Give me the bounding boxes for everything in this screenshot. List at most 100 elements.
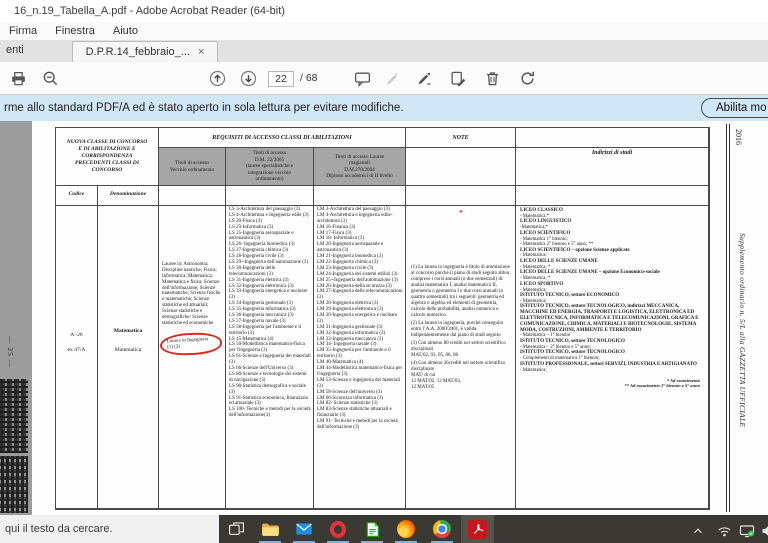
degree-line: LM 44-Modellistica matematico-fisica per… <box>317 366 403 378</box>
menu-item[interactable]: Aiuto <box>104 25 147 37</box>
notice-text: rme allo standard PDF/A ed è stato apert… <box>4 102 404 114</box>
header-indirizzi: Indirizzi di studi <box>516 148 709 186</box>
degree-line: LS 61-Scienze e Ingegneria dei materiali… <box>229 354 311 366</box>
refresh-icon[interactable] <box>519 70 536 87</box>
degree-line: LM 35-Ingegneria per l'ambiente e il ter… <box>317 348 403 360</box>
barcode-block <box>0 456 28 513</box>
school-name: ISTITUTO TECNICO, settore TECNOLOGICO, i… <box>520 304 704 333</box>
cell-lauree-specialistiche: LS 3-Architettura del paesaggio (3)LS 4-… <box>226 206 314 509</box>
note-list: (1) La laurea in ingegneria è titolo di … <box>411 265 511 391</box>
red-asterisk-annotation: * <box>411 208 511 217</box>
indirizzi-entry: LICEO SPORTIVO - Matematica; <box>520 282 704 293</box>
tab-partial-left[interactable]: enti <box>6 44 24 56</box>
concorso-table: NUOVA CLASSE DI CONCORSO E DI ABILITAZIO… <box>55 127 710 510</box>
school-name: ISTITUTO PROFESSIONALE, settori SERVIZI,… <box>520 362 704 368</box>
header-titoli-lm: Titoli di accesso Lauree magistrali D.M.… <box>314 148 406 186</box>
page-number-input[interactable] <box>268 71 294 87</box>
school-subjects: - Matematica 1° biennio;- Matematica 2° … <box>520 237 704 248</box>
indirizzi-entry: ISTITUTO TECNICO, settore TECNOLOGICO, i… <box>520 304 704 339</box>
header-nuova-classe: NUOVA CLASSE DI CONCORSO E DI ABILITAZIO… <box>56 128 159 186</box>
tab-close-icon[interactable]: × <box>198 46 204 58</box>
menu-item[interactable]: Finestra <box>46 25 104 37</box>
display-status-icon[interactable] <box>737 521 757 541</box>
cell-note: * (1) La laurea in ingegneria è titolo d… <box>406 206 516 509</box>
tab-label: D.P.R.14_febbraio_... <box>86 46 190 58</box>
enable-editing-button[interactable]: Abilita mo <box>701 98 768 118</box>
indirizzi-entry: ISTITUTO TECNICO, settore ECONOMICO - Ma… <box>520 293 704 304</box>
firefox-icon[interactable] <box>396 519 416 539</box>
degree-line: LM 20-Ingegneria aerospaziale e astronau… <box>317 242 403 254</box>
header-titoli-dm22: Titoli di accesso D.M. 22/2005 (lauree s… <box>226 148 314 186</box>
highlighter-icon[interactable] <box>384 70 401 87</box>
network-icon[interactable] <box>714 521 734 541</box>
vecchio-text: Lauree in: Astronomia; Discipline nautic… <box>162 262 220 326</box>
acrobat-window: 16_n.19_Tabella_A.pdf - Adobe Acrobat Re… <box>0 0 768 543</box>
volume-icon[interactable] <box>758 521 768 541</box>
degree-line: LM 53-Scienze e ingegneria dei materiali… <box>317 378 403 390</box>
degree-line: LM 4-Architettura e ingegneria edile-arc… <box>317 213 403 225</box>
delete-icon[interactable] <box>484 70 501 87</box>
cell-codice: A–26 ex 47/A <box>56 206 98 509</box>
degree-line: LS 80-Scienze e tecnologie dei sistemi d… <box>229 372 311 384</box>
toolbar: / 68 <box>0 62 768 95</box>
chrome-icon[interactable] <box>432 519 452 539</box>
red-circle-annotation: Laurea in Ingegneria (1) (2) <box>159 331 222 356</box>
sign-document-icon[interactable] <box>450 70 467 87</box>
menu-item[interactable]: Firma <box>0 25 46 37</box>
degree-line: LM 27-Ingegneria delle telecomunicazioni… <box>317 289 403 301</box>
menu-bar: FirmaFinestraAiuto <box>0 22 768 40</box>
note-spacer <box>406 148 516 186</box>
degree-line: LS 38-Ingegneria per l'ambiente e il ter… <box>229 325 311 337</box>
comment-icon[interactable] <box>354 70 371 87</box>
gazzetta-side-text: Supplemento ordinario n. 5/L alla GAZZET… <box>738 233 747 427</box>
cell-lauree-magistrali: LM 3-Architettura del paesaggio (3)LM 4-… <box>314 206 406 509</box>
degree-line: LS 30-Ingegneria delle telecomunicazioni… <box>229 266 311 278</box>
header-denominazione: Denominazione <box>98 186 159 206</box>
note-paragraph: (1) La laurea in ingegneria è titolo di … <box>411 265 511 319</box>
opera-icon[interactable] <box>328 519 348 539</box>
note-paragraph: (4) Con almeno 36crediti nel settore sci… <box>411 361 511 391</box>
degree-line: LS 91-Statistica economica, finanziaria … <box>229 396 311 408</box>
footnote-line: ** Ad esaurimento 2° biennio e 5° anno <box>520 383 700 388</box>
zoom-out-icon[interactable] <box>42 70 59 87</box>
gazzetta-year: 2016 <box>734 129 743 145</box>
cell-titoli-vecchio: Lauree in: Astronomia; Discipline nautic… <box>159 206 226 509</box>
indirizzi-entry: LICEO CLASSICO - Matematica;* <box>520 208 704 219</box>
school-subjects: - Matematica; <box>520 368 704 374</box>
indirizzi-entry: ISTITUTO TECNICO, settore TECNOLOGICO - … <box>520 350 704 361</box>
pdf-viewport[interactable]: — 25 — NUOVA CLASSE DI CONCORSO E DI ABI… <box>0 121 768 515</box>
barcode-block <box>0 379 28 453</box>
degree-line: LS 90-Statistica demografica e sociale (… <box>229 384 311 396</box>
file-explorer-icon[interactable] <box>260 519 280 539</box>
indirizzi-entry: LICEO DELLE SCIENZE UMANE - Matematica; … <box>520 259 704 270</box>
tab-bar: enti D.P.R.14_febbraio_... × <box>0 40 768 62</box>
page-down-icon[interactable] <box>240 70 257 87</box>
header-codice: Codice <box>56 186 98 206</box>
fill-sign-icon[interactable] <box>416 70 433 87</box>
degree-line: LM 30-Ingegneria energetica e nucleare (… <box>317 313 403 325</box>
libreoffice-icon[interactable] <box>362 519 382 539</box>
indirizzi-entry: LICEO SCIENTIFICO – opzione Scienze appl… <box>520 248 704 259</box>
page-total-label: / 68 <box>300 72 318 84</box>
print-icon[interactable] <box>10 70 27 87</box>
footnote-list: * Ad esaurimento** Ad esaurimento 2° bie… <box>520 378 704 389</box>
indirizzi-entry: LICEO LINGUISTICO -Matematica;* <box>520 219 704 230</box>
tab-active-document[interactable]: D.P.R.14_febbraio_... × <box>72 41 218 62</box>
degree-line: LS 50-Modellistica matematico-fisica per… <box>229 342 311 354</box>
page-up-icon[interactable] <box>209 70 226 87</box>
task-view-icon[interactable] <box>226 519 246 539</box>
taskbar-search-box[interactable]: qui il testo da cercare. <box>0 515 219 543</box>
degree-line: LM 91- Tecniche e metodi per la società … <box>317 419 403 431</box>
degree-line: LM 83-Scienze statistiche attuariali e f… <box>317 407 403 419</box>
degree-line: LS 33-Ingegneria energetica e nucleare (… <box>229 289 311 301</box>
mail-icon[interactable] <box>294 519 314 539</box>
indirizzi-entry: ISTITUTO PROFESSIONALE, settori SERVIZI,… <box>520 362 704 373</box>
cell-indirizzi: LICEO CLASSICO - Matematica;* LICEO LING… <box>516 206 709 509</box>
hidden-icons-chevron-icon[interactable] <box>688 521 708 541</box>
pdf-page: NUOVA CLASSE DI CONCORSO E DI ABILITAZIO… <box>32 121 768 515</box>
note-paragraph: (3) Con almeno 80 crediti nei settori sc… <box>411 341 511 359</box>
acrobat-reader-icon[interactable] <box>467 519 487 539</box>
pdfa-notice-bar: rme allo standard PDF/A ed è stato apert… <box>0 95 768 121</box>
gazzetta-rule <box>726 124 730 512</box>
window-title: 16_n.19_Tabella_A.pdf - Adobe Acrobat Re… <box>0 0 768 22</box>
